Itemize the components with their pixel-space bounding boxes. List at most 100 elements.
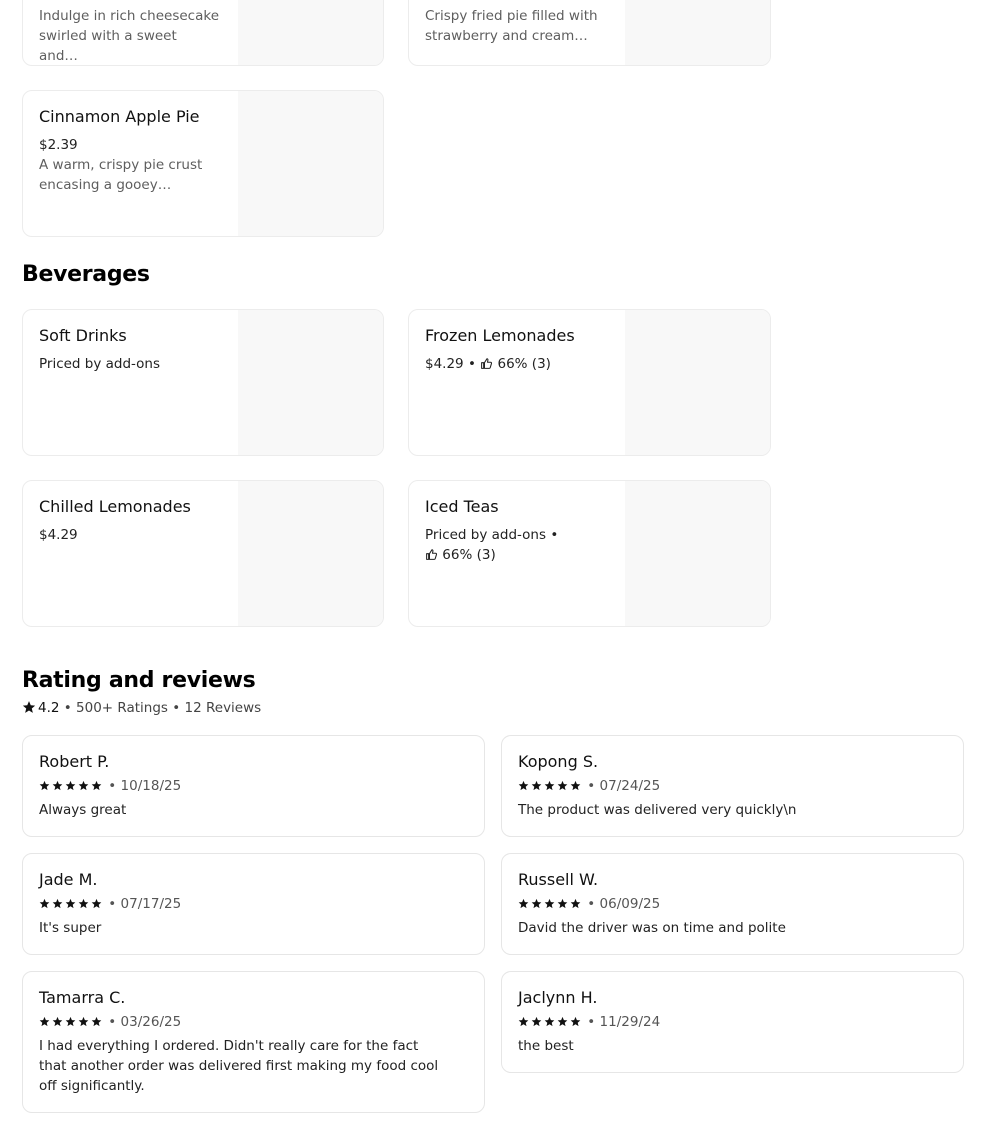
star-icon: [52, 1016, 63, 1027]
separator: •: [583, 896, 600, 912]
star-icon: [65, 898, 76, 909]
star-icon: [22, 701, 36, 713]
reviewer-name: Russell W.: [518, 870, 599, 889]
star-icon: [52, 780, 63, 791]
reviewer-name: Kopong S.: [518, 752, 599, 771]
item-image: [238, 91, 383, 236]
item-image: [238, 0, 383, 65]
star-icon: [557, 898, 568, 909]
item-price: Priced by add-ons: [425, 527, 547, 543]
star-icon: [65, 780, 76, 791]
thumbs-up-icon: [426, 549, 438, 560]
star-icon: [91, 1016, 102, 1027]
star-icon: [570, 1016, 581, 1027]
section-title-beverages: Beverages: [22, 262, 150, 287]
item-description: A warm, crispy pie crust encasing a gooe…: [39, 157, 203, 193]
review-date: 07/17/25: [120, 896, 182, 912]
rating-score: 4.2: [38, 700, 60, 716]
review-text: It's super: [39, 920, 102, 936]
rating-summary: 4.2 • 500+ Ratings • 12 Reviews: [22, 700, 261, 716]
item-image: [625, 310, 770, 455]
review-date: 07/24/25: [599, 778, 661, 794]
item-price: $2.39: [39, 137, 78, 153]
star-icon: [91, 898, 102, 909]
menu-item-card[interactable]: Chilled Lemonades $4.29: [22, 480, 384, 627]
item-name: Frozen Lemonades: [425, 326, 575, 345]
review-meta: • 06/09/25: [518, 896, 660, 913]
menu-item-card[interactable]: Soft Drinks Priced by add-ons: [22, 309, 384, 456]
review-text: David the driver was on time and polite: [518, 920, 786, 936]
section-title-reviews: Rating and reviews: [22, 668, 256, 693]
star-icon: [531, 1016, 542, 1027]
item-description: Indulge in rich cheesecake swirled with …: [39, 8, 220, 64]
star-icon: [570, 898, 581, 909]
item-name: Chilled Lemonades: [39, 497, 191, 516]
reviewer-name: Jade M.: [39, 870, 98, 889]
review-date: 06/09/25: [599, 896, 661, 912]
separator: •: [104, 1014, 121, 1030]
item-rating: 66% (3): [442, 547, 496, 563]
star-icon: [570, 780, 581, 791]
reviewer-name: Robert P.: [39, 752, 110, 771]
separator: •: [104, 778, 121, 794]
separator: •: [59, 700, 77, 716]
star-icon: [39, 780, 50, 791]
separator: •: [583, 1014, 600, 1030]
item-meta: Priced by add-ons: [39, 356, 161, 372]
star-icon: [557, 780, 568, 791]
item-image: [238, 481, 383, 626]
star-icon: [518, 1016, 529, 1027]
star-icon: [544, 780, 555, 791]
review-meta: • 03/26/25: [39, 1014, 181, 1031]
item-image: [625, 0, 770, 65]
star-icon: [518, 898, 529, 909]
star-icon: [78, 780, 89, 791]
reviews-count: 12 Reviews: [184, 700, 262, 716]
item-name: Soft Drinks: [39, 326, 127, 345]
review-meta: • 11/29/24: [518, 1014, 660, 1031]
star-icon: [544, 898, 555, 909]
item-image: [238, 310, 383, 455]
reviewer-name: Jaclynn H.: [518, 988, 598, 1007]
star-icon: [544, 1016, 555, 1027]
star-icon: [78, 898, 89, 909]
review-date: 03/26/25: [120, 1014, 182, 1030]
menu-item-card[interactable]: Cinnamon Apple Pie $2.39 A warm, crispy …: [22, 90, 384, 237]
star-icon: [52, 898, 63, 909]
review-card: Tamarra C. • 03/26/25 I had everything I …: [22, 971, 485, 1113]
menu-item-card[interactable]: Frozen Lemonades $4.29 • 66% (3): [408, 309, 771, 456]
item-price: $4.29: [425, 356, 464, 372]
separator: •: [583, 778, 600, 794]
item-rating: 66% (3): [497, 356, 551, 372]
separator: •: [167, 700, 185, 716]
separator: •: [104, 896, 121, 912]
menu-item-card[interactable]: Iced Teas Priced by add-ons • 66% (3): [408, 480, 771, 627]
item-meta: Priced by add-ons • 66% (3): [425, 525, 575, 565]
star-icon: [557, 1016, 568, 1027]
star-icon: [531, 898, 542, 909]
star-icon: [518, 780, 529, 791]
star-rating: [518, 897, 583, 913]
thumbs-up-icon: [481, 358, 493, 369]
review-card: Jade M. • 07/17/25 It's super: [22, 853, 485, 955]
ratings-count: 500+ Ratings: [76, 700, 168, 716]
star-rating: [39, 897, 104, 913]
star-rating: [518, 1015, 583, 1031]
item-meta: $4.29 • 66% (3): [425, 354, 605, 374]
item-meta: $4.29: [39, 527, 78, 543]
menu-item-card[interactable]: Crispy fried pie filled with strawberry …: [408, 0, 771, 66]
item-name: Iced Teas: [425, 497, 499, 516]
star-icon: [39, 898, 50, 909]
review-text: Always great: [39, 802, 127, 818]
review-card: Jaclynn H. • 11/29/24 the best: [501, 971, 964, 1073]
star-icon: [39, 1016, 50, 1027]
review-text: the best: [518, 1038, 574, 1054]
menu-item-card[interactable]: Indulge in rich cheesecake swirled with …: [22, 0, 384, 66]
review-meta: • 07/17/25: [39, 896, 181, 913]
review-meta: • 10/18/25: [39, 778, 181, 795]
review-meta: • 07/24/25: [518, 778, 660, 795]
star-icon: [91, 780, 102, 791]
star-icon: [531, 780, 542, 791]
review-text: I had everything I ordered. Didn't reall…: [39, 1038, 439, 1094]
star-icon: [78, 1016, 89, 1027]
